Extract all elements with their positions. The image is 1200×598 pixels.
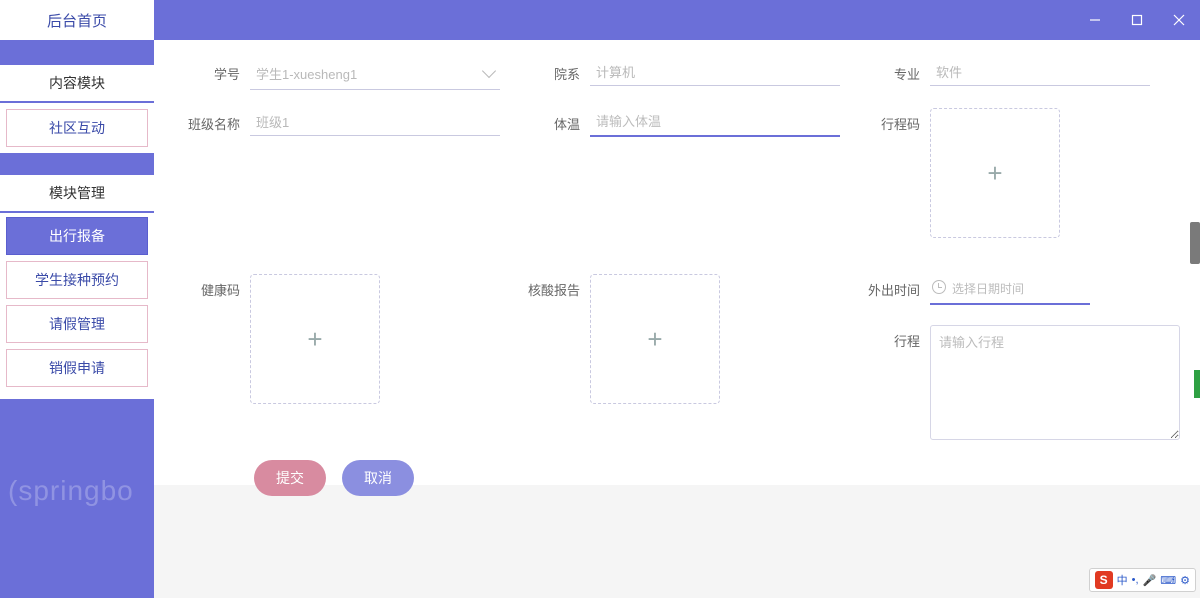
plus-icon: + (307, 324, 322, 355)
sidebar-item-travel-report[interactable]: 出行报备 (6, 217, 148, 255)
sidebar-item-cancel-leave[interactable]: 销假申请 (6, 349, 148, 387)
scrollbar-thumb-alt[interactable] (1194, 370, 1200, 398)
ime-voice-icon[interactable]: 🎤 (1143, 574, 1157, 587)
sidebar-group-content[interactable]: 内容模块 (0, 65, 154, 103)
out-time-picker[interactable]: 选择日期时间 (930, 274, 1090, 305)
window-minimize-button[interactable] (1074, 0, 1116, 40)
watermark-text: (springbo (8, 475, 134, 507)
label-major: 专业 (862, 58, 930, 83)
scrollbar-thumb[interactable] (1190, 222, 1200, 264)
sidebar-home[interactable]: 后台首页 (0, 0, 154, 40)
travel-code-upload[interactable]: + (930, 108, 1060, 238)
sidebar-item-leave[interactable]: 请假管理 (6, 305, 148, 343)
label-out-time: 外出时间 (862, 274, 930, 305)
sidebar-item-community[interactable]: 社区互动 (6, 109, 148, 147)
ime-settings-icon[interactable]: ⚙ (1180, 574, 1190, 587)
student-id-select[interactable]: 学生1-xuesheng1 (250, 58, 500, 90)
chevron-down-icon (482, 64, 496, 78)
student-id-value: 学生1-xuesheng1 (256, 67, 357, 82)
label-travel-code: 行程码 (862, 108, 930, 133)
label-itinerary: 行程 (862, 325, 930, 440)
window-maximize-button[interactable] (1116, 0, 1158, 40)
label-department: 院系 (522, 58, 590, 83)
ime-punct-icon[interactable]: •, (1132, 574, 1139, 586)
label-nat-report: 核酸报告 (522, 274, 590, 299)
ime-lang[interactable]: 中 (1117, 572, 1128, 588)
window-close-button[interactable] (1158, 0, 1200, 40)
sidebar: 后台首页 内容模块 社区互动 模块管理 出行报备 学生接种预约 请假管理 销假申… (0, 0, 154, 598)
plus-icon: + (987, 158, 1002, 189)
plus-icon: + (647, 324, 662, 355)
temperature-input[interactable] (590, 108, 840, 137)
sidebar-group-module[interactable]: 模块管理 (0, 175, 154, 213)
label-class: 班级名称 (182, 108, 250, 133)
label-student-id: 学号 (182, 58, 250, 83)
submit-button[interactable]: 提交 (254, 460, 326, 496)
sidebar-item-vaccine[interactable]: 学生接种预约 (6, 261, 148, 299)
out-time-placeholder: 选择日期时间 (952, 282, 1024, 296)
window-titlebar (154, 0, 1200, 40)
nat-report-upload[interactable]: + (590, 274, 720, 404)
main-form: 学号 学生1-xuesheng1 院系 专业 班级名称 体温 行程码 + (154, 40, 1200, 485)
itinerary-textarea[interactable] (930, 325, 1180, 440)
ime-logo-icon: S (1095, 571, 1113, 589)
ime-toolbar[interactable]: S 中 •, 🎤 ⌨ ⚙ (1089, 568, 1196, 592)
major-input[interactable] (930, 58, 1150, 86)
health-code-upload[interactable]: + (250, 274, 380, 404)
label-temperature: 体温 (522, 108, 590, 133)
cancel-button[interactable]: 取消 (342, 460, 414, 496)
clock-icon (932, 280, 946, 294)
department-input[interactable] (590, 58, 840, 86)
ime-keyboard-icon[interactable]: ⌨ (1160, 574, 1176, 587)
label-health-code: 健康码 (182, 274, 250, 299)
class-input[interactable] (250, 108, 500, 136)
